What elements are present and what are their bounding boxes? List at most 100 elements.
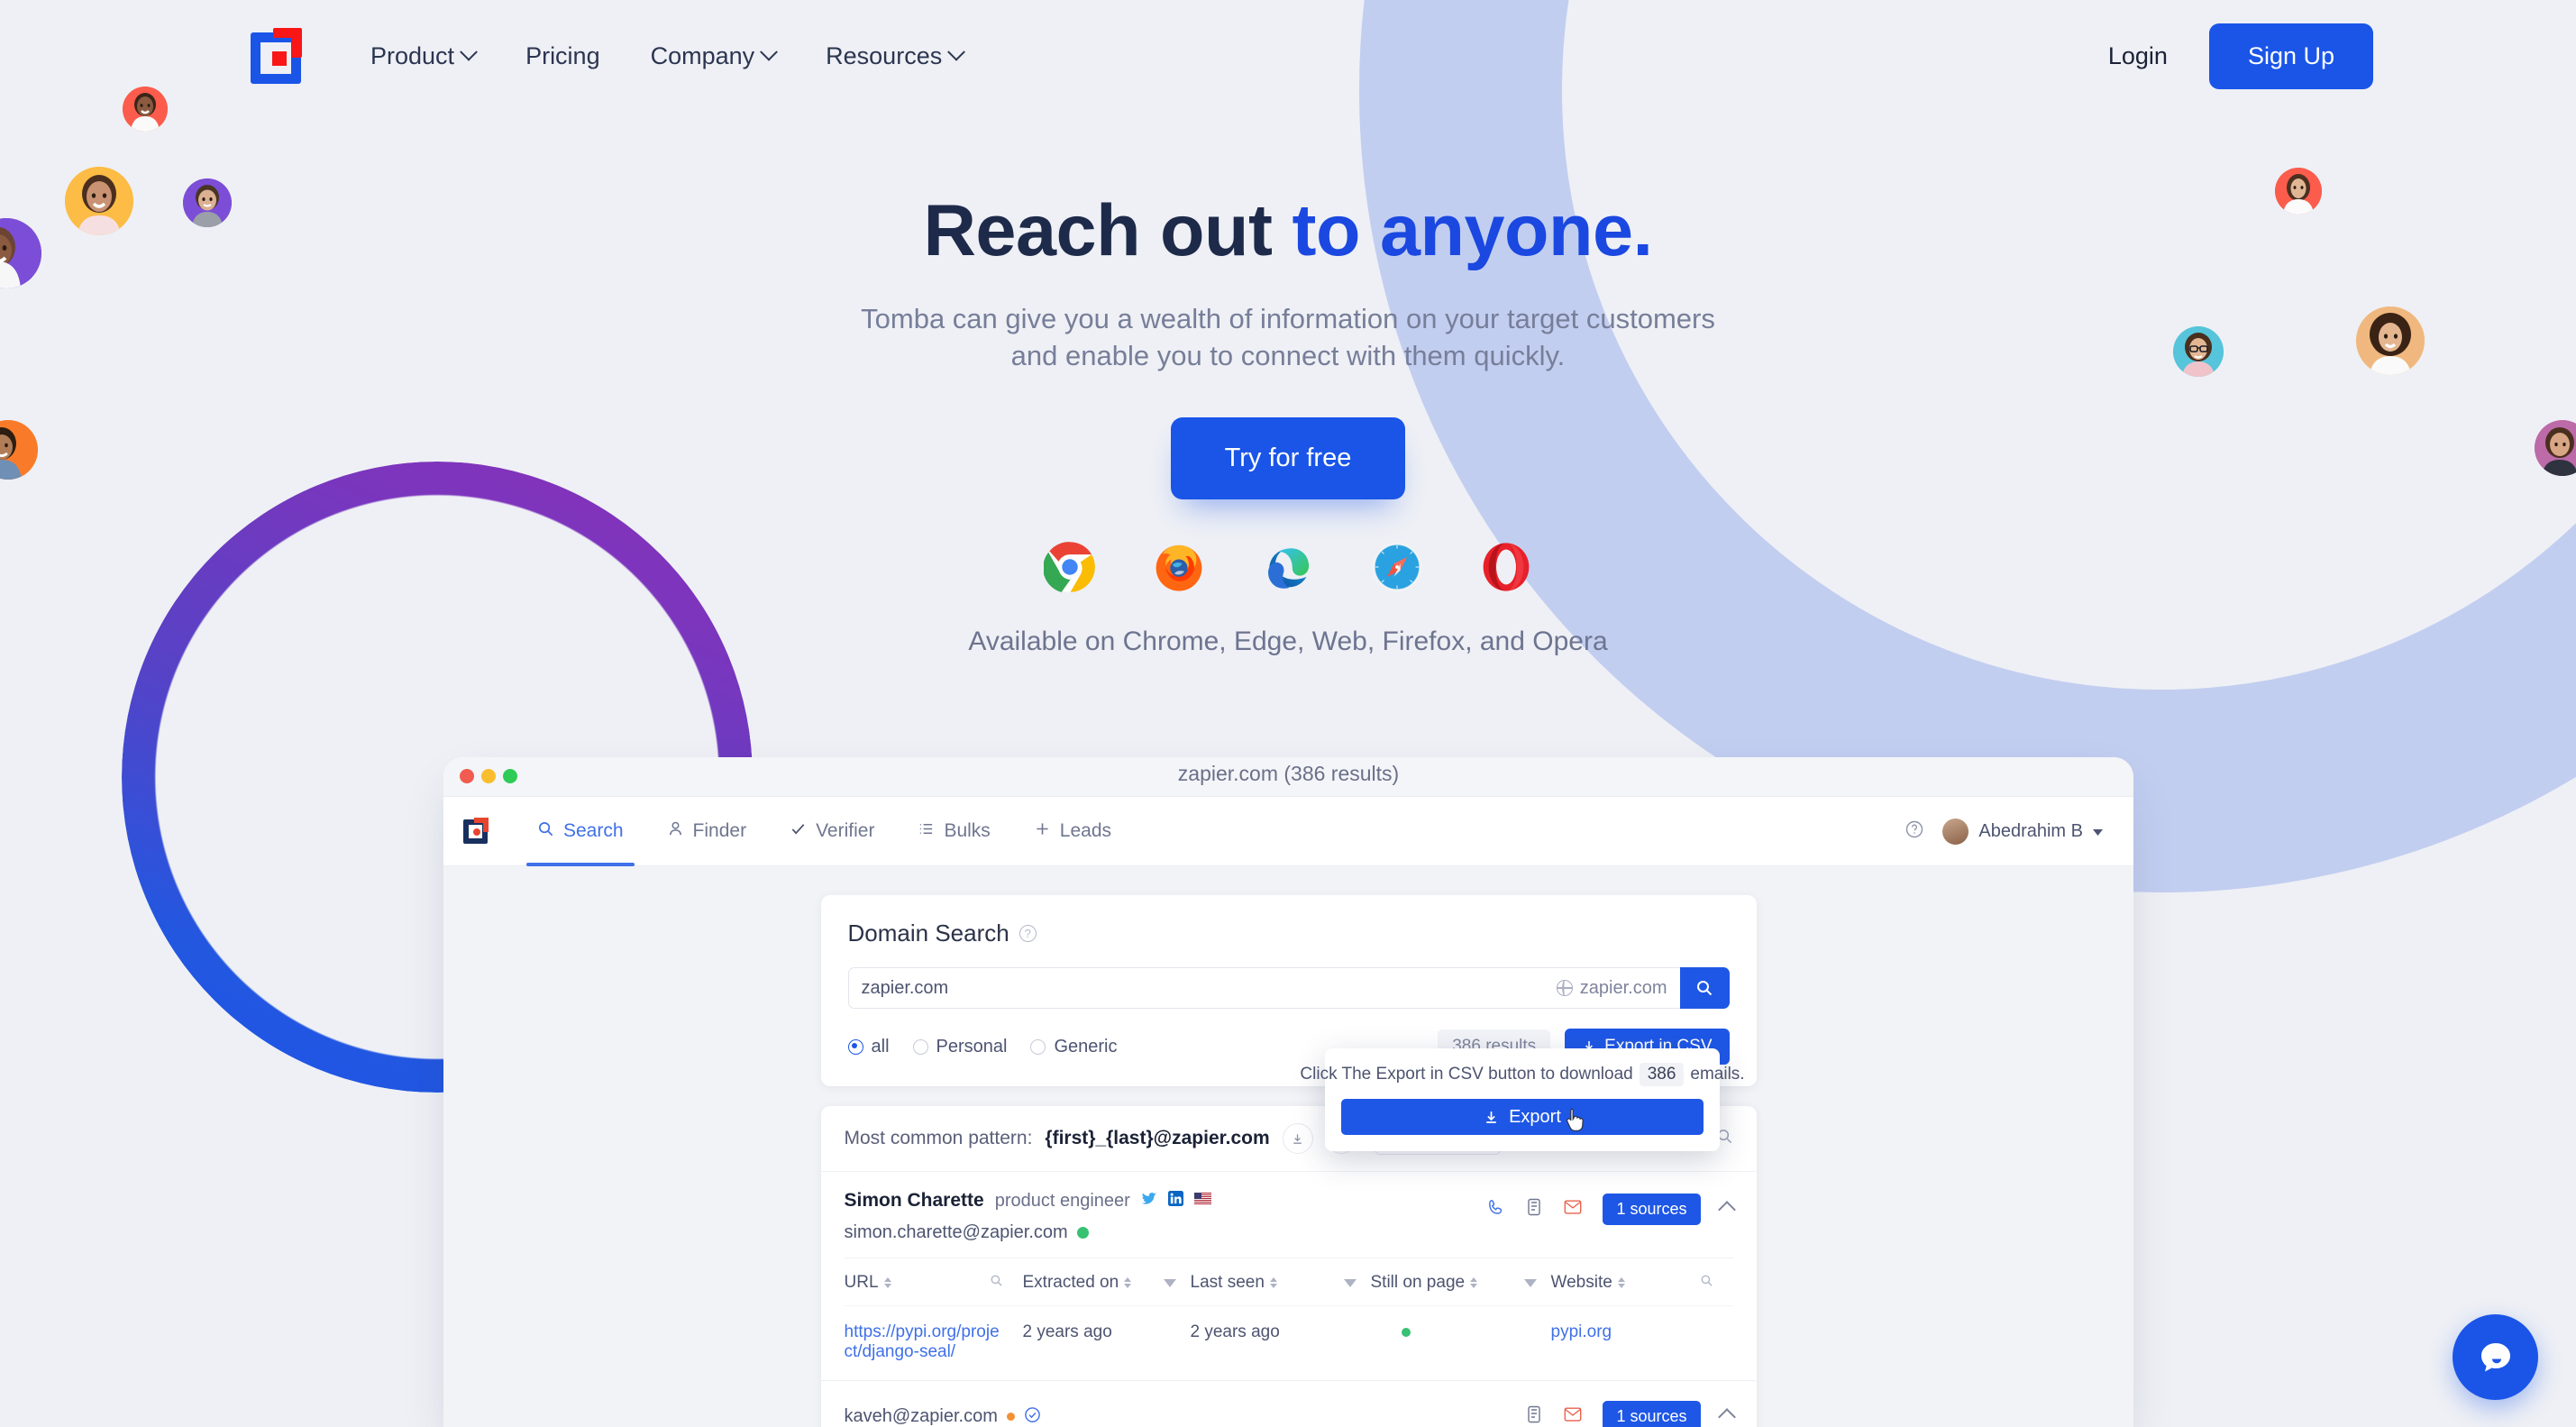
column-search-icon[interactable] bbox=[1700, 1273, 1713, 1293]
filter-label: Personal bbox=[936, 1036, 1008, 1057]
domain-chip-label: zapier.com bbox=[1579, 977, 1667, 998]
contact-email-row: simon.charette@zapier.com bbox=[845, 1222, 1487, 1243]
sources-badge[interactable]: 1 sources bbox=[1603, 1194, 1701, 1225]
radio-icon bbox=[912, 1038, 928, 1055]
column-header-website[interactable]: Website bbox=[1551, 1273, 1713, 1293]
phone-icon[interactable] bbox=[1486, 1198, 1505, 1221]
signup-button[interactable]: Sign Up bbox=[2208, 23, 2373, 89]
column-header-still-on-page[interactable]: Still on page bbox=[1371, 1273, 1551, 1293]
tab-label: Verifier bbox=[816, 820, 875, 841]
flag-icon bbox=[1193, 1193, 1211, 1209]
filter-all[interactable]: all bbox=[847, 1037, 890, 1057]
mail-icon[interactable] bbox=[1563, 1405, 1583, 1427]
domain-chip: zapier.com bbox=[1556, 977, 1667, 999]
tab-search[interactable]: Search bbox=[516, 797, 645, 866]
search-icon bbox=[1697, 981, 1713, 996]
tooltip-count: 386 bbox=[1639, 1063, 1685, 1086]
nav-item-company[interactable]: Company bbox=[626, 42, 801, 70]
contact-row: Simon Charette product engineer simon.ch… bbox=[821, 1172, 1757, 1258]
column-header-extracted-on[interactable]: Extracted on bbox=[1023, 1273, 1191, 1293]
sort-icon bbox=[1269, 1277, 1277, 1288]
filter-icon[interactable] bbox=[1343, 1278, 1357, 1287]
pattern-label: Most common pattern: bbox=[844, 1128, 1033, 1148]
sources-badge[interactable]: 1 sources bbox=[1603, 1401, 1701, 1427]
chevron-up-icon[interactable] bbox=[1717, 1200, 1736, 1219]
tab-bulks[interactable]: Bulks bbox=[896, 797, 1011, 866]
nav-item-resources[interactable]: Resources bbox=[800, 42, 988, 70]
cell-website[interactable]: pypi.org bbox=[1551, 1322, 1713, 1362]
contact-role: product engineer bbox=[994, 1190, 1130, 1211]
check-icon bbox=[790, 820, 807, 843]
export-button-label: Export bbox=[1509, 1106, 1561, 1127]
search-icon bbox=[537, 820, 554, 843]
chevron-down-icon bbox=[460, 42, 478, 61]
copy-icon[interactable] bbox=[1525, 1404, 1543, 1427]
availability-text: Available on Chrome, Edge, Web, Firefox,… bbox=[968, 627, 1608, 657]
column-label: Last seen bbox=[1190, 1273, 1265, 1292]
hero-subtitle-line2: and enable you to connect with them quic… bbox=[1010, 340, 1566, 372]
login-link[interactable]: Login bbox=[2108, 42, 2168, 70]
domain-search-title: Domain Search ? bbox=[848, 919, 1730, 947]
tab-verifier[interactable]: Verifier bbox=[768, 797, 896, 866]
website-link[interactable]: pypi.org bbox=[1551, 1322, 1612, 1341]
column-header-url[interactable]: URL bbox=[845, 1273, 1023, 1293]
user-menu[interactable]: Abedrahim B bbox=[1942, 818, 2103, 845]
copy-icon[interactable] bbox=[1525, 1197, 1543, 1221]
tab-label: Leads bbox=[1059, 820, 1112, 841]
window-title: zapier.com (386 results) bbox=[1177, 762, 1400, 785]
globe-icon bbox=[1556, 980, 1573, 996]
url-link[interactable]: https://pypi.org/project/django-seal/ bbox=[845, 1322, 1000, 1361]
email-type-filters: all Personal Generic bbox=[847, 1036, 1117, 1057]
contact2-email: kaveh@zapier.com bbox=[844, 1406, 998, 1426]
person-icon bbox=[667, 820, 684, 843]
hero-subtitle: Tomba can give you a wealth of informati… bbox=[0, 300, 2576, 374]
nav-item-pricing[interactable]: Pricing bbox=[500, 42, 626, 70]
table-row: https://pypi.org/project/django-seal/ 2 … bbox=[844, 1305, 1733, 1380]
nav-label: Resources bbox=[826, 41, 943, 69]
tooltip-text-before: Click The Export in CSV button to downlo… bbox=[1300, 1065, 1633, 1084]
linkedin-icon[interactable] bbox=[1167, 1191, 1183, 1211]
nav-label: Company bbox=[650, 41, 755, 69]
question-circle-icon[interactable]: ? bbox=[1019, 925, 1037, 942]
domain-search-row: zapier.com zapier.com bbox=[847, 967, 1730, 1009]
mail-icon[interactable] bbox=[1563, 1198, 1583, 1221]
app-tabs: Search Finder Verifier Bulks Leads bbox=[516, 797, 1133, 866]
chevron-down-icon bbox=[760, 42, 779, 61]
twitter-icon[interactable] bbox=[1141, 1191, 1157, 1212]
question-circle-icon[interactable] bbox=[1905, 819, 1924, 844]
list-icon bbox=[918, 820, 935, 843]
tooltip-text-after: emails. bbox=[1690, 1065, 1745, 1084]
filter-personal[interactable]: Personal bbox=[912, 1036, 1008, 1057]
column-search-icon[interactable] bbox=[990, 1273, 1003, 1293]
contact-name: Simon Charette bbox=[844, 1190, 984, 1211]
export-button[interactable]: Export bbox=[1341, 1099, 1704, 1135]
chat-bubble-button[interactable] bbox=[2453, 1314, 2538, 1400]
column-header-last-seen[interactable]: Last seen bbox=[1191, 1273, 1371, 1293]
filter-icon[interactable] bbox=[1163, 1278, 1176, 1287]
tab-finder[interactable]: Finder bbox=[645, 797, 769, 866]
verified-icon bbox=[1024, 1406, 1041, 1427]
browser-chrome: zapier.com (386 results) bbox=[443, 757, 2133, 797]
chevron-up-icon[interactable] bbox=[1717, 1407, 1736, 1426]
try-for-free-button[interactable]: Try for free bbox=[1170, 417, 1406, 500]
app-nav-right: Abedrahim B bbox=[1905, 818, 2103, 845]
cell-url[interactable]: https://pypi.org/project/django-seal/ bbox=[845, 1322, 1023, 1362]
sort-icon bbox=[883, 1277, 891, 1288]
panel-title-text: Domain Search bbox=[847, 919, 1009, 947]
hero-title-accent: to anyone. bbox=[1292, 190, 1654, 271]
search-input[interactable]: zapier.com zapier.com bbox=[847, 967, 1680, 1009]
app-logo-center bbox=[473, 828, 480, 836]
app-logo[interactable] bbox=[463, 818, 490, 845]
search-submit-button[interactable] bbox=[1679, 967, 1730, 1009]
tomba-logo[interactable] bbox=[251, 28, 306, 84]
app-nav: Search Finder Verifier Bulks Leads Abedr… bbox=[443, 797, 2133, 866]
filter-icon[interactable] bbox=[1523, 1278, 1537, 1287]
chevron-down-icon bbox=[947, 42, 966, 61]
search-input-value: zapier.com bbox=[861, 977, 949, 998]
tab-leads[interactable]: Leads bbox=[1012, 797, 1133, 866]
export-tooltip: Click The Export in CSV button to downlo… bbox=[1300, 1048, 1745, 1151]
nav-item-product[interactable]: Product bbox=[345, 42, 500, 70]
download-icon[interactable] bbox=[1282, 1123, 1313, 1154]
filter-generic[interactable]: Generic bbox=[1030, 1037, 1117, 1057]
cell-last-seen: 2 years ago bbox=[1190, 1322, 1280, 1341]
